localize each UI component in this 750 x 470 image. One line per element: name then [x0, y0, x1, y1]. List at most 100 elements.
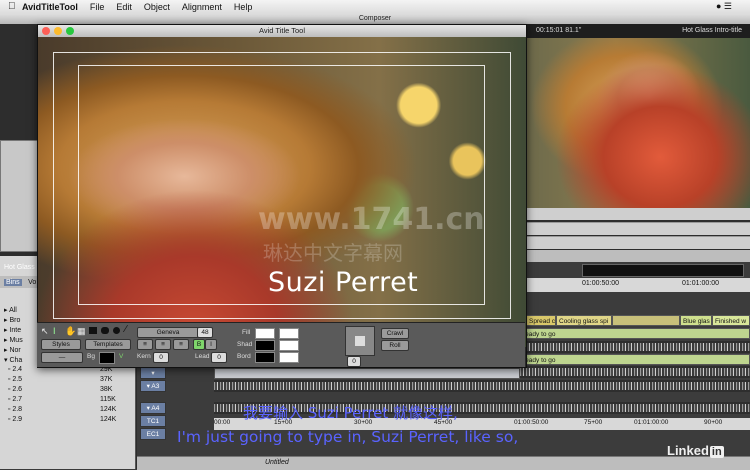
crawl-button[interactable]: Crawl [381, 328, 409, 339]
position-bar[interactable] [526, 208, 750, 220]
monitor-controls-row3[interactable] [526, 250, 750, 262]
clip[interactable]: Blue glas [680, 315, 712, 326]
shadow-label: Shad [237, 341, 253, 348]
track-button-tc1[interactable]: TC1 [140, 415, 166, 427]
shadow-depth-input[interactable]: 0 [347, 356, 361, 367]
tab-bins[interactable]: Bins [4, 279, 22, 286]
table-row[interactable]: ▫ 2.8 124K [4, 406, 132, 413]
line-weight-select[interactable]: — [41, 352, 83, 363]
text-tool-icon[interactable]: I [53, 326, 56, 336]
watermark-text-cn: 琳达中文字幕网 [263, 241, 403, 265]
audio-waveform[interactable] [520, 366, 750, 378]
track-button-a3[interactable]: ▾ A3 [140, 380, 166, 392]
timeline-scrub-bar[interactable] [582, 264, 744, 277]
menu-object[interactable]: Object [144, 2, 170, 12]
rounded-rect-tool-icon[interactable] [101, 327, 109, 334]
record-timecode: 00:15:01 81.1" [536, 27, 582, 34]
fill-label: Fill [242, 329, 251, 336]
watermark-text: www.1741.cn [258, 202, 485, 237]
title-tool-titlebar: Avid Title Tool [38, 25, 526, 37]
audio-waveform[interactable] [520, 341, 750, 353]
composer-title: Composer [0, 14, 750, 24]
track-button-a4[interactable]: ▾ A4 [140, 402, 166, 414]
bg-color-swatch[interactable] [99, 352, 115, 364]
audio-clip[interactable]: ready to go [520, 328, 750, 339]
styles-button[interactable]: Styles [41, 339, 81, 350]
ruler-tick: 00:00 [214, 419, 231, 426]
menu-extras-icon[interactable]: ● ☰ [716, 1, 732, 12]
record-monitor-bar: 00:15:01 81.1" Hot Glass Intro-title [526, 24, 750, 38]
zoom-icon[interactable] [66, 27, 74, 35]
roll-button[interactable]: Roll [381, 340, 409, 351]
templates-button[interactable]: Templates [85, 339, 131, 350]
v-label[interactable]: V [119, 353, 123, 360]
linkedin-logo: Linked in [667, 443, 724, 458]
menu-alignment[interactable]: Alignment [182, 2, 222, 12]
menu-help[interactable]: Help [234, 2, 253, 12]
border-color-swatch[interactable] [255, 352, 275, 363]
clip[interactable]: Spread c [526, 315, 556, 326]
tab-vo[interactable]: Vo [28, 279, 36, 286]
kern-input[interactable]: 0 [153, 352, 169, 363]
menu-edit[interactable]: Edit [116, 2, 132, 12]
subtitle-chinese: 我要输入 Suzi Perret 就像这样, [243, 404, 458, 422]
shadow-color-swatch[interactable] [255, 340, 275, 351]
audio-clip[interactable]: ready to go [520, 354, 750, 365]
clip[interactable]: Cooling glass spi [556, 315, 612, 326]
font-select[interactable]: Geneva [137, 327, 199, 338]
bg-label: Bg [87, 353, 95, 360]
timeline-bottom-bar: Untitled [137, 456, 750, 470]
title-text-object[interactable]: Suzi Perret [268, 267, 418, 298]
hand-tool-icon[interactable]: ✋ [65, 326, 76, 337]
title-tool-toolbar: ↖ I ✋ ▦ ∕ Geneva 48 Styles Templates ≡ ≡… [37, 322, 525, 367]
selection-tool-icon[interactable]: ↖ [41, 326, 49, 337]
align-center-button[interactable]: ≡ [155, 339, 171, 350]
align-right-button[interactable]: ≡ [173, 339, 189, 350]
monitor-controls-row2[interactable] [526, 236, 750, 249]
timeline-name[interactable]: Untitled [265, 459, 289, 466]
lead-input[interactable]: 0 [211, 352, 227, 363]
kern-label: Kern [137, 353, 151, 360]
monitor-controls-row1[interactable] [526, 222, 750, 235]
lead-label: Lead [195, 353, 210, 360]
audio-clip[interactable] [214, 368, 520, 379]
close-icon[interactable] [42, 27, 50, 35]
align-left-button[interactable]: ≡ [137, 339, 153, 350]
audio-waveform[interactable] [214, 380, 750, 392]
border-transparency-swatch[interactable] [279, 352, 299, 363]
app-menu[interactable]: AvidTitleTool [22, 2, 78, 12]
clip[interactable] [612, 315, 680, 326]
fill-color-swatch[interactable] [255, 328, 275, 339]
table-row[interactable]: ▫ 2.5 37K [4, 376, 132, 383]
track-button-ec1[interactable]: EC1 [140, 428, 166, 440]
italic-button[interactable]: I [205, 339, 217, 350]
sequence-name[interactable]: Hot Glass Intro-title [682, 24, 742, 38]
menu-file[interactable]: File [90, 2, 105, 12]
title-canvas[interactable]: www.1741.cn 琳达中文字幕网 Suzi Perret [38, 37, 526, 347]
title-tool-window: Avid Title Tool www.1741.cn 琳达中文字幕网 Suzi… [37, 24, 527, 368]
track-button-a2[interactable]: ▾ [140, 367, 166, 379]
ruler-tick: 01:01:00:00 [682, 280, 719, 287]
table-row[interactable]: ▫ 2.7 115K [4, 396, 132, 403]
bold-button[interactable]: B [193, 339, 205, 350]
zoom-tool-icon[interactable]: ▦ [77, 326, 86, 337]
menu-bar:  AvidTitleTool File Edit Object Alignme… [0, 0, 750, 15]
font-size-input[interactable]: 48 [197, 327, 213, 338]
minimize-icon[interactable] [54, 27, 62, 35]
fill-transparency-swatch[interactable] [279, 328, 299, 339]
subtitle-english: I'm just going to type in, Suzi Perret, … [177, 428, 519, 446]
ruler-tick: 01:01:00:00 [634, 419, 669, 426]
shadow-transparency-swatch[interactable] [279, 340, 299, 351]
ruler-tick: 90+00 [704, 419, 723, 426]
clip[interactable]: Finished w [712, 315, 750, 326]
apple-icon[interactable]:  [8, 1, 16, 12]
table-row[interactable]: ▫ 2.6 38K [4, 386, 132, 393]
window-title: Avid Title Tool [259, 26, 305, 35]
oval-tool-icon[interactable] [113, 327, 120, 334]
ruler-tick: 01:00:50:00 [514, 419, 549, 426]
line-tool-icon[interactable]: ∕ [125, 324, 127, 335]
shadow-depth-control[interactable] [345, 326, 375, 356]
rectangle-tool-icon[interactable] [89, 327, 97, 334]
border-label: Bord [237, 353, 251, 360]
table-row[interactable]: ▫ 2.9 124K [4, 416, 132, 423]
